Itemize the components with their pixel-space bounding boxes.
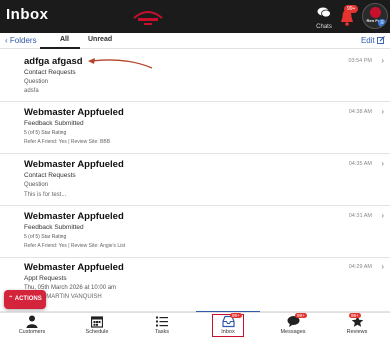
list-icon [156,316,168,327]
nav-label: Inbox [221,329,235,335]
tab-all[interactable]: All [60,36,69,43]
avatar[interactable]: Ren Fuel ≡ [362,3,388,29]
message-preview: adsfa [24,88,39,94]
edit-icon [377,36,385,44]
message-row[interactable]: adfga afgasd Contact Requests Question a… [0,50,390,102]
person-icon [26,315,38,328]
message-time: 04:35 AM [348,161,372,167]
edit-button[interactable]: Edit [361,36,385,45]
nav-label: Customers [18,329,46,335]
app-header: Inbox Chats 99+ Ren Fuel ≡ [0,0,390,33]
message-time: 03:54 PM [348,58,372,64]
message-time: 04:29 AM [348,264,372,270]
chats-label: Chats [316,24,332,30]
nav-label: Messages [280,329,306,335]
sender-name: adfga afgasd [24,56,83,67]
chat-bubbles-icon [317,7,331,18]
message-row[interactable]: Webmaster Appfueled Contact Requests Que… [0,154,390,206]
message-row[interactable]: Webmaster Appfueled Feedback Submitted 5… [0,102,390,154]
message-row[interactable]: Webmaster Appfueled Appt Requests Thu, 0… [0,258,390,312]
message-time: 04:38 AM [348,109,372,115]
message-line: Question [24,182,49,188]
chevron-right-icon: › [381,56,384,65]
message-type: Contact Requests [24,172,76,179]
message-row[interactable]: Webmaster Appfueled Feedback Submitted 5… [0,206,390,258]
tab-unread[interactable]: Unread [88,36,112,43]
edit-label: Edit [360,36,375,45]
folder-tabs-bar: ‹ Folders All Unread Edit [0,33,390,49]
star-rating: 5 (of 5) Star Rating [24,234,67,240]
chevron-right-icon: › [381,262,384,271]
message-time: 04:31 AM [348,213,372,219]
notification-badge: 99+ [344,5,359,13]
nav-tasks[interactable]: Tasks [137,315,187,335]
chevron-right-icon: › [381,211,384,220]
chevron-right-icon: › [381,159,384,168]
sender-name: Webmaster Appfueled [24,211,124,222]
actions-label: ACTIONS [14,296,42,302]
nav-label: Reviews [346,329,368,335]
folders-back-button[interactable]: ‹ Folders [5,36,37,45]
notifications-button[interactable]: 99+ [337,4,359,28]
nav-label: Tasks [154,329,170,335]
message-type: Feedback Submitted [24,120,84,127]
nav-label: Schedule [85,329,109,335]
calendar-icon [91,316,103,328]
annotation-arrow [88,58,153,69]
sender-name: Webmaster Appfueled [24,262,124,273]
message-type: Feedback Submitted [24,224,84,231]
bottom-nav: Customers Schedule Tasks 99+ Inbox 99+ M… [0,312,390,338]
messages-badge: 99+ [295,313,307,318]
actions-button[interactable]: ⌃ ACTIONS [4,290,46,309]
reviews-badge: 99+ [349,313,361,318]
message-line: Question [24,79,49,85]
nav-messages[interactable]: 99+ Messages [268,313,318,335]
star-rating: 5 (of 5) Star Rating [24,130,67,136]
sender-name: Webmaster Appfueled [24,159,124,170]
message-type: Contact Requests [24,69,76,76]
folders-label: Folders [9,36,37,45]
message-type: Appt Requests [24,275,67,282]
chevron-right-icon: › [381,107,384,116]
message-preview: This is for test... [24,192,67,198]
nav-schedule[interactable]: Schedule [72,315,122,335]
sender-name: Webmaster Appfueled [24,107,124,118]
referral-details: Refer A Friend: Yes | Review Site: BBB [24,139,111,145]
avatar-image [370,7,381,18]
page-title: Inbox [6,6,49,23]
nav-customers[interactable]: Customers [7,315,57,335]
menu-icon: ≡ [378,19,386,27]
referral-details: Refer A Friend: Yes | Review Site: Angie… [24,243,126,249]
nav-inbox[interactable]: 99+ Inbox [212,313,244,337]
active-tab-indicator [40,47,80,49]
chats-button[interactable]: Chats [314,5,334,30]
inbox-badge: 99+ [230,313,242,318]
brand-logo [133,11,163,25]
nav-reviews[interactable]: 99+ Reviews [332,313,382,335]
